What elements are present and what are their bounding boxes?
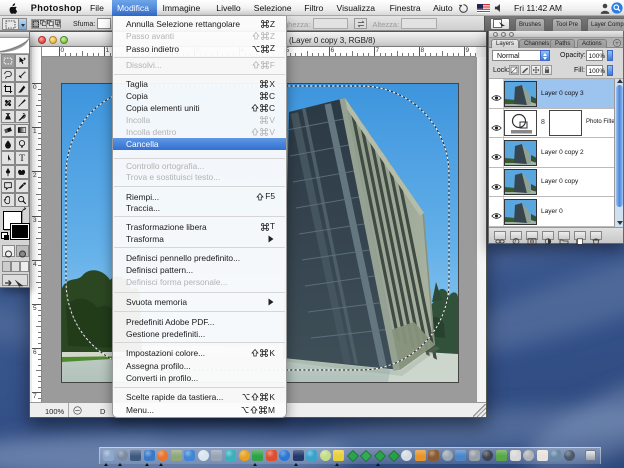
svg-text:T: T — [19, 153, 25, 163]
svg-text:f: f — [514, 239, 517, 245]
